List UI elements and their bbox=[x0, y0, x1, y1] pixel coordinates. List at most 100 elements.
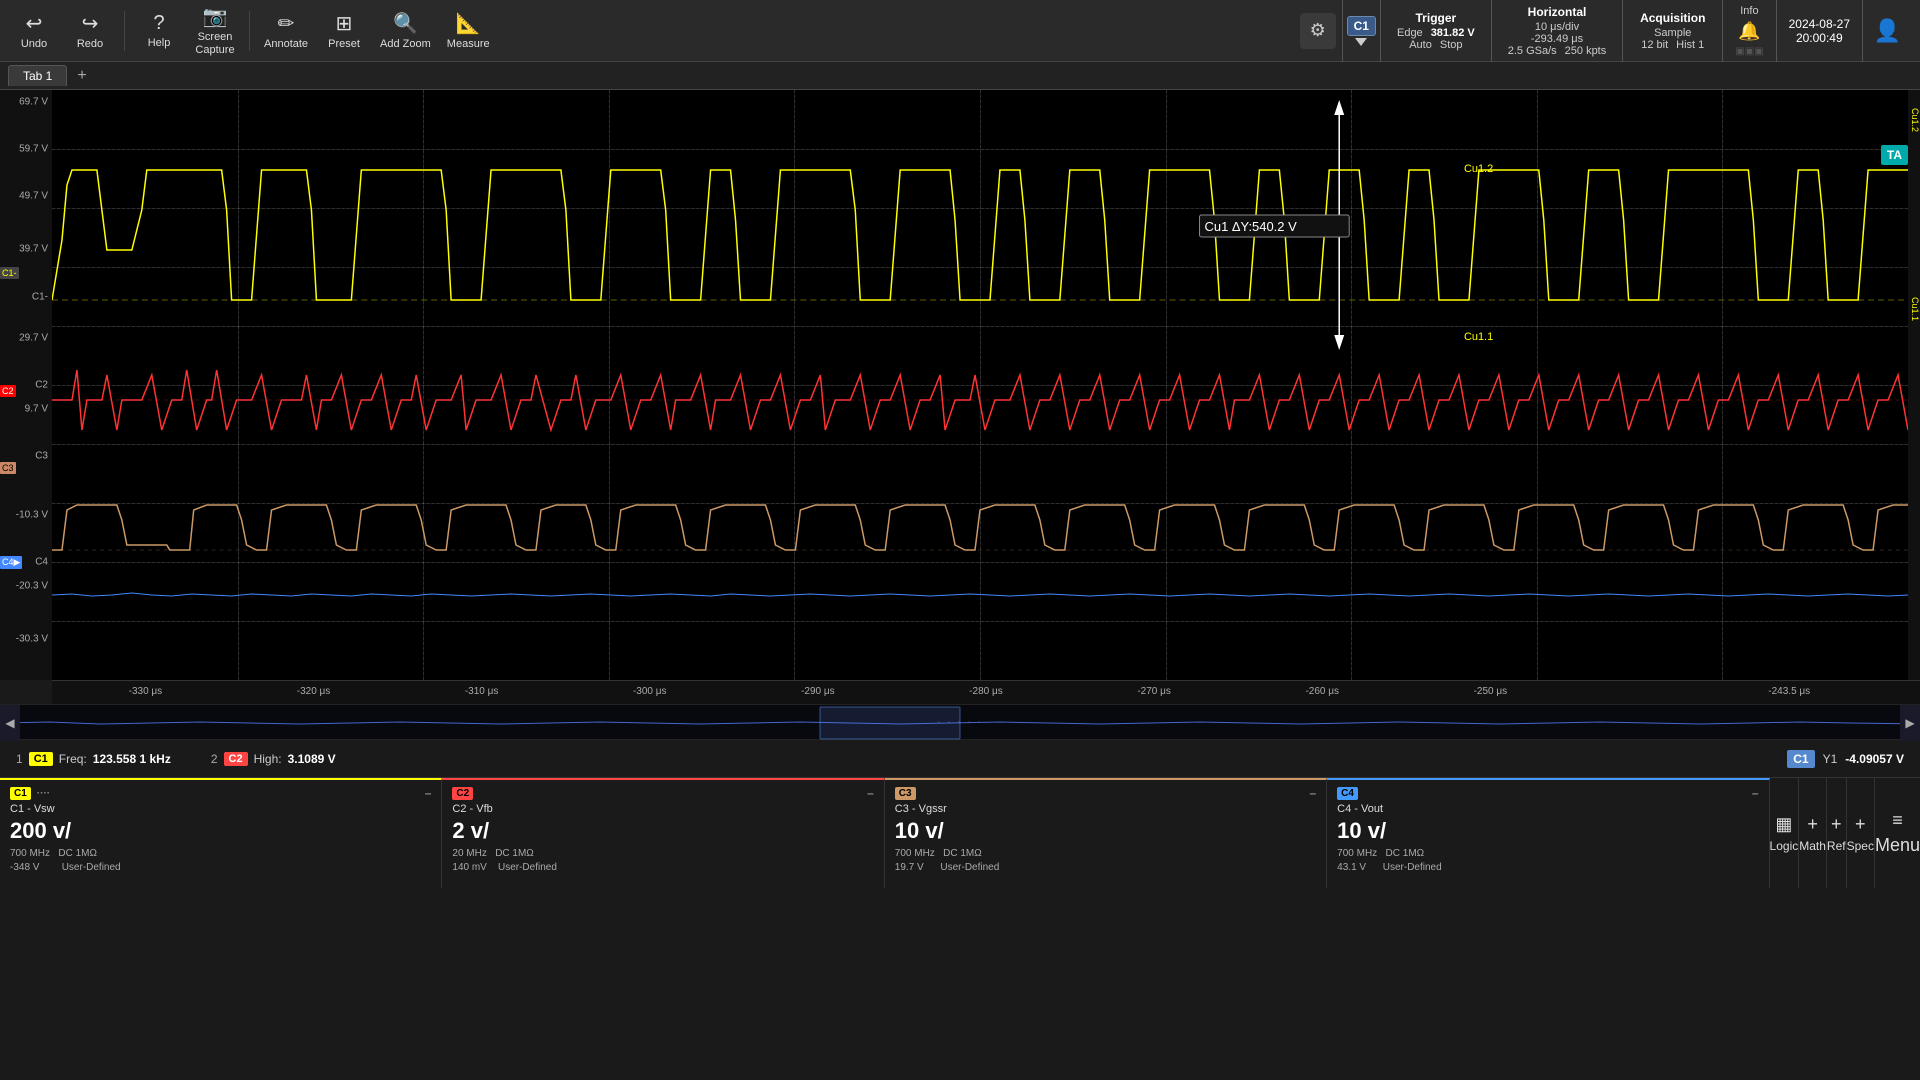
toolbar-separator bbox=[124, 11, 125, 51]
info-panel: Info 🔔 ▣▣▣ bbox=[1722, 0, 1775, 62]
c1-voltage: 200 v/ bbox=[10, 818, 71, 844]
y-axis-labels: 69.7 V 59.7 V 49.7 V 39.7 V C1- 29.7 V C… bbox=[0, 90, 52, 680]
measurement-1: 1 C1 Freq: 123.558 1 kHz bbox=[16, 752, 171, 766]
y-label-397: 39.7 V bbox=[19, 244, 48, 255]
c3-voltage: 10 v/ bbox=[895, 818, 944, 844]
user-icon[interactable]: 👤 bbox=[1862, 0, 1912, 62]
toolbar-right: ⚙ C1 Trigger Edge 381.82 V Auto Stop Hor… bbox=[1294, 0, 1912, 62]
overview-strip[interactable]: ◀ ▶ · · · · · bbox=[0, 704, 1920, 740]
measure-button[interactable]: 📐 Measure bbox=[441, 4, 496, 58]
help-button[interactable]: ? Help bbox=[133, 4, 185, 58]
scroll-left-button[interactable]: ◀ bbox=[0, 705, 20, 741]
c4-badge: C4 bbox=[1337, 787, 1358, 800]
acquisition-panel: Acquisition Sample 12 bit Hist 1 bbox=[1622, 0, 1722, 62]
c1-marker: C1- bbox=[0, 267, 19, 279]
y-label-n103: -10.3 V bbox=[16, 509, 48, 520]
channel-panel-c2[interactable]: C2 – C2 - Vfb 2 v/ 20 MHz DC 1MΩ 140 mV … bbox=[442, 778, 884, 888]
zoom-icon: 🔍 bbox=[393, 11, 418, 36]
logic-icon: ▦ bbox=[1775, 814, 1792, 835]
c4-info: 700 MHz DC 1MΩ 43.1 V User-Defined bbox=[1337, 847, 1758, 875]
c1-badge: C1 bbox=[10, 787, 31, 800]
tab-bar: Tab 1 + bbox=[0, 62, 1920, 90]
ref-plus-icon: + bbox=[1831, 814, 1842, 835]
meas-1-channel-badge: C1 bbox=[29, 752, 53, 766]
x-axis: -330 μs -320 μs -310 μs -300 μs -290 μs … bbox=[52, 680, 1920, 704]
trigger-arrow-icon[interactable] bbox=[1355, 38, 1367, 46]
c4-minus: – bbox=[1752, 786, 1759, 800]
cu1-1-label: Cu1.2 bbox=[1464, 163, 1493, 175]
c3-marker: C3 bbox=[0, 462, 16, 474]
trigger-panel: Trigger Edge 381.82 V Auto Stop bbox=[1380, 0, 1491, 62]
meas-2-name: High: bbox=[254, 752, 282, 766]
tab-1[interactable]: Tab 1 bbox=[8, 65, 67, 86]
c4-voltage: 10 v/ bbox=[1337, 818, 1386, 844]
undo-icon: ↩ bbox=[26, 11, 43, 36]
waveform-area[interactable]: Cu1 ΔY:540.2 V Cu1.1 Cu1.2 TA bbox=[52, 90, 1908, 680]
waveform-svg: Cu1 ΔY:540.2 V Cu1.1 Cu1.2 bbox=[52, 90, 1908, 680]
x-label-300: -300 μs bbox=[633, 686, 667, 697]
c1-minus: – bbox=[425, 786, 432, 800]
y-label-297: 29.7 V bbox=[19, 332, 48, 343]
add-zoom-button[interactable]: 🔍 Add Zoom bbox=[374, 4, 437, 58]
bottom-panel: C1 ···· – C1 - Vsw 200 v/ 700 MHz DC 1MΩ… bbox=[0, 778, 1920, 888]
redo-button[interactable]: ↪ Redo bbox=[64, 4, 116, 58]
annotate-button[interactable]: ✏ Annotate bbox=[258, 4, 314, 58]
preset-button[interactable]: ⊞ Preset bbox=[318, 4, 370, 58]
channel-panel-c4[interactable]: C4 – C4 - Vout 10 v/ 700 MHz DC 1MΩ 43.1… bbox=[1327, 778, 1769, 888]
ta-marker: TA bbox=[1881, 145, 1908, 165]
channel-select[interactable]: C1 bbox=[1347, 16, 1376, 36]
toolbar: ↩ Undo ↪ Redo ? Help 📷 ScreenCapture ✏ A… bbox=[0, 0, 1920, 62]
logic-button[interactable]: ▦ Logic bbox=[1770, 778, 1800, 888]
toolbar-separator-2 bbox=[249, 11, 250, 51]
menu-button[interactable]: ≡ Menu bbox=[1875, 778, 1920, 888]
undo-button[interactable]: ↩ Undo bbox=[8, 4, 60, 58]
c3-name: C3 - Vgssr bbox=[895, 803, 1316, 815]
c1-info: 700 MHz DC 1MΩ -348 V User-Defined bbox=[10, 847, 431, 875]
y-label-497: 49.7 V bbox=[19, 191, 48, 202]
cu1-2-label: Cu1.1 bbox=[1464, 331, 1493, 343]
channel-panel-c3[interactable]: C3 – C3 - Vgssr 10 v/ 700 MHz DC 1MΩ 19.… bbox=[885, 778, 1327, 888]
c2-marker: C2 bbox=[0, 385, 16, 397]
cursor-delta-label: Cu1 ΔY:540.2 V bbox=[1205, 219, 1298, 234]
bell-icon[interactable]: 🔔 bbox=[1738, 21, 1760, 42]
datetime-panel: 2024-08-27 20:00:49 bbox=[1776, 0, 1862, 62]
cu1-2-right-label: Cu1.2 bbox=[1910, 108, 1920, 132]
x-label-250: -250 μs bbox=[1474, 686, 1508, 697]
channel-panels: C1 ···· – C1 - Vsw 200 v/ 700 MHz DC 1MΩ… bbox=[0, 778, 1770, 888]
c2-badge: C2 bbox=[452, 787, 473, 800]
camera-icon: 📷 bbox=[203, 4, 228, 29]
waveform-container: 69.7 V 59.7 V 49.7 V 39.7 V C1- 29.7 V C… bbox=[0, 90, 1920, 680]
c1-waveform bbox=[52, 170, 1908, 300]
add-tab-button[interactable]: + bbox=[71, 67, 92, 85]
y1-channel-badge: C1 bbox=[1787, 750, 1814, 768]
settings-button[interactable]: ⚙ bbox=[1300, 13, 1336, 49]
y-label-c4-marker: C4 bbox=[35, 557, 48, 568]
redo-icon: ↪ bbox=[82, 11, 99, 36]
x-label-280: -280 μs bbox=[969, 686, 1003, 697]
c3-minus: – bbox=[1309, 786, 1316, 800]
y1-value: -4.09057 V bbox=[1845, 752, 1904, 766]
spec-plus-icon: + bbox=[1855, 814, 1866, 835]
c3-waveform bbox=[52, 505, 1908, 550]
meas-1-name: Freq: bbox=[59, 752, 87, 766]
c2-voltage: 2 v/ bbox=[452, 818, 489, 844]
scroll-right-button[interactable]: ▶ bbox=[1900, 705, 1920, 741]
ref-button[interactable]: + Ref bbox=[1827, 778, 1847, 888]
y-label-697: 69.7 V bbox=[19, 96, 48, 107]
x-label-320: -320 μs bbox=[297, 686, 331, 697]
screen-capture-button[interactable]: 📷 ScreenCapture bbox=[189, 4, 241, 58]
cursor-arrow-up bbox=[1334, 100, 1344, 115]
c1-name: C1 - Vsw bbox=[10, 803, 431, 815]
y-axis-right: Cu1.2 Cu1.1 bbox=[1908, 90, 1920, 680]
channel-panel-c1[interactable]: C1 ···· – C1 - Vsw 200 v/ 700 MHz DC 1MΩ… bbox=[0, 778, 442, 888]
y-label-n203: -20.3 V bbox=[16, 580, 48, 591]
y-label-n303: -30.3 V bbox=[16, 633, 48, 644]
x-label-330: -330 μs bbox=[129, 686, 163, 697]
cursor-arrow-down bbox=[1334, 335, 1344, 350]
horizontal-panel: Horizontal 10 μs/div -293.49 μs 2.5 GSa/… bbox=[1491, 0, 1623, 62]
spec-button[interactable]: + Spec bbox=[1847, 778, 1875, 888]
c4-marker: C4▶ bbox=[0, 556, 22, 569]
math-button[interactable]: + Math bbox=[1799, 778, 1827, 888]
menu-icon: ≡ bbox=[1892, 810, 1903, 831]
c2-info: 20 MHz DC 1MΩ 140 mV User-Defined bbox=[452, 847, 873, 875]
